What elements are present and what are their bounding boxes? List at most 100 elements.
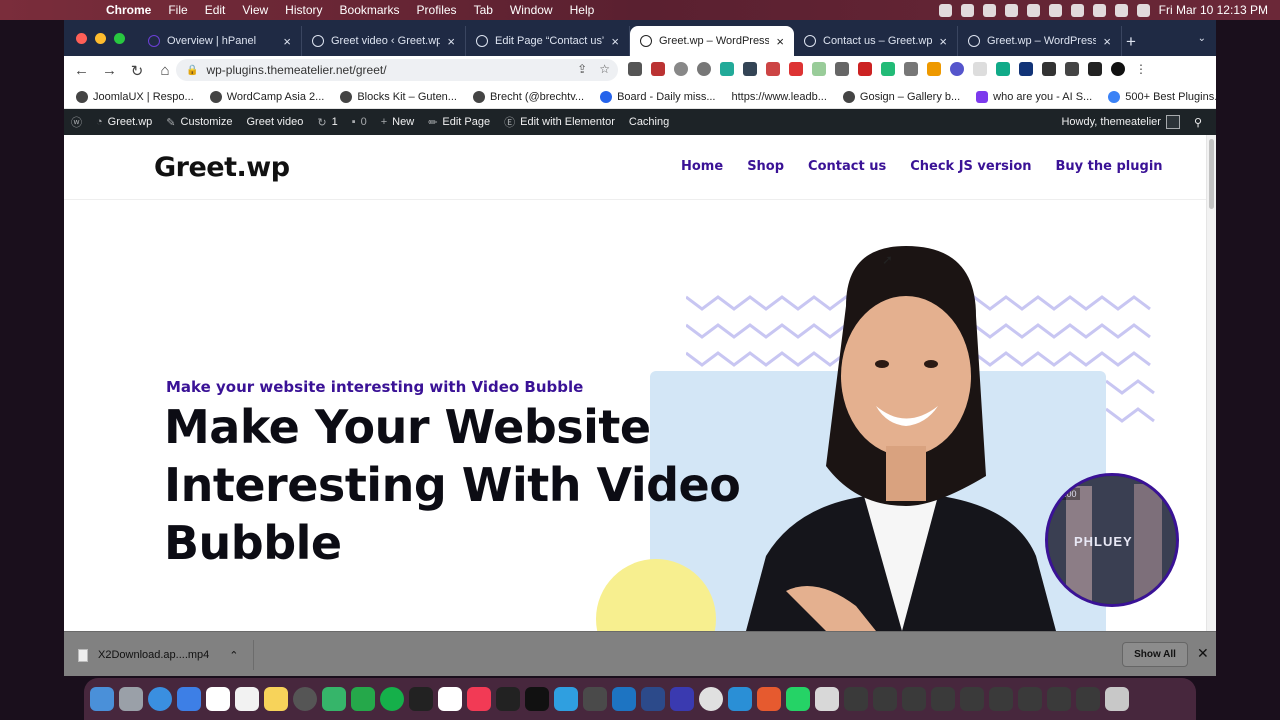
app-icon[interactable] (757, 687, 781, 711)
app-icon[interactable] (583, 687, 607, 711)
control-center-icon[interactable] (1136, 3, 1150, 17)
nav-check-js-version[interactable]: Check JS version (910, 159, 1031, 174)
app-icon[interactable] (409, 687, 433, 711)
menu-bookmarks[interactable]: Bookmarks (340, 3, 400, 17)
minimized-window[interactable] (960, 687, 984, 711)
skype-icon[interactable] (1004, 3, 1018, 17)
back-icon[interactable]: ← (74, 62, 89, 79)
app-icon[interactable] (670, 687, 694, 711)
terminal-icon[interactable] (496, 687, 520, 711)
settings-icon[interactable] (293, 687, 317, 711)
notes-icon[interactable] (264, 687, 288, 711)
lock-icon[interactable]: 🔒 (186, 65, 198, 76)
vscode-icon[interactable] (612, 687, 636, 711)
record-icon[interactable] (1026, 3, 1040, 17)
minimize-window-button[interactable] (95, 33, 106, 44)
nav-contact-us[interactable]: Contact us (808, 159, 886, 174)
site-logo[interactable]: Greet.wp (154, 152, 290, 183)
video-bubble[interactable]: 1:00 PHLUEY (1045, 473, 1179, 607)
bookmark-star-icon[interactable]: ☆ (599, 62, 610, 76)
clock[interactable]: Fri Mar 10 12:13 PM (1159, 3, 1268, 17)
skype-icon[interactable] (728, 687, 752, 711)
extension-status-icon[interactable] (982, 3, 996, 17)
minimized-window[interactable] (873, 687, 897, 711)
whatsapp-icon[interactable] (786, 687, 810, 711)
admin-elementor[interactable]: Ⓔ Edit with Elementor (497, 114, 622, 130)
reading-list-icon[interactable] (1065, 62, 1079, 76)
puzzle-icon[interactable] (1042, 62, 1056, 76)
calendar-extension-icon[interactable] (651, 62, 665, 76)
wp-logo-menu[interactable]: ⓦ (64, 114, 89, 130)
check-icon[interactable] (960, 3, 974, 17)
dropbox-icon[interactable] (938, 3, 952, 17)
face-extension-icon[interactable] (812, 62, 826, 76)
app-icon[interactable] (554, 687, 578, 711)
app-icon[interactable] (815, 687, 839, 711)
search-icon[interactable] (1114, 3, 1128, 17)
trash-icon[interactable] (1105, 687, 1129, 711)
close-icon[interactable]: × (939, 34, 947, 49)
youtube-extension-icon[interactable] (858, 62, 872, 76)
close-window-button[interactable] (76, 33, 87, 44)
copy-extension-icon[interactable] (720, 62, 734, 76)
admin-page-link[interactable]: Greet video (239, 116, 310, 128)
sidebar-icon[interactable] (1088, 62, 1102, 76)
address-bar[interactable]: 🔒 wp-plugins.themeatelier.net/greet/ ⇪ ☆ (176, 59, 618, 81)
globe-extension-icon[interactable] (697, 62, 711, 76)
robot-extension-icon[interactable] (904, 62, 918, 76)
mail-icon[interactable] (177, 687, 201, 711)
admin-edit-page[interactable]: ✏ Edit Page (421, 116, 497, 129)
new-tab-button[interactable]: + (1126, 32, 1136, 52)
download-item[interactable]: X2Download.ap....mp4 ⌃ (78, 640, 254, 670)
tab-edit-page[interactable]: Edit Page “Contact us” ‹ × (466, 26, 630, 56)
numbers-icon[interactable] (351, 687, 375, 711)
bookmark-blocks-kit[interactable]: Blocks Kit – Guten... (340, 90, 457, 103)
terminal-icon[interactable] (525, 687, 549, 711)
zoom-window-button[interactable] (114, 33, 125, 44)
admin-account[interactable]: Howdy, themeatelier (1054, 115, 1186, 129)
launchpad-icon[interactable] (119, 687, 143, 711)
circle-extension-icon[interactable] (674, 62, 688, 76)
mail-extension-icon[interactable] (628, 62, 642, 76)
menu-window[interactable]: Window (510, 3, 553, 17)
minimized-window[interactable] (902, 687, 926, 711)
app-icon[interactable] (322, 687, 346, 711)
bookmark-leadb[interactable]: https://www.leadb... (732, 91, 827, 103)
tab-hpanel[interactable]: Overview | hPanel × (138, 26, 302, 56)
nav-shop[interactable]: Shop (747, 159, 784, 174)
wifi-icon[interactable] (1092, 3, 1106, 17)
bluetooth-icon[interactable] (1048, 3, 1062, 17)
close-icon[interactable]: × (447, 34, 455, 49)
tab-greet-wordpress-active[interactable]: Greet.wp – WordPress v × (630, 26, 794, 56)
minimized-window[interactable] (989, 687, 1013, 711)
scrollbar-thumb[interactable] (1209, 139, 1214, 209)
more-menu-icon[interactable]: ⋮ (1134, 62, 1148, 76)
metamask-extension-icon[interactable] (927, 62, 941, 76)
close-icon[interactable]: × (776, 34, 784, 49)
bookmark-wordcamp[interactable]: WordCamp Asia 2... (209, 90, 324, 103)
close-icon[interactable]: ✕ (1197, 645, 1209, 662)
forward-icon[interactable]: → (102, 62, 117, 79)
grammarly-extension-icon[interactable] (996, 62, 1010, 76)
bookmark-joomlaux[interactable]: JoomlaUX | Respo... (76, 90, 194, 103)
admin-search-icon[interactable]: ⚲ (1187, 116, 1216, 129)
blank-extension-icon[interactable] (973, 62, 987, 76)
admin-new[interactable]: + New (374, 116, 421, 128)
menu-profiles[interactable]: Profiles (417, 3, 457, 17)
close-icon[interactable]: × (1103, 34, 1111, 49)
reminders-icon[interactable] (235, 687, 259, 711)
close-icon[interactable]: × (611, 34, 619, 49)
home-icon[interactable]: ⌂ (158, 62, 172, 79)
menu-tab[interactable]: Tab (474, 3, 493, 17)
minimized-window[interactable] (1047, 687, 1071, 711)
bookmark-500-plugins[interactable]: 500+ Best Plugins... (1108, 90, 1216, 103)
menu-chrome[interactable]: Chrome (106, 3, 151, 17)
gear-extension-icon[interactable] (950, 62, 964, 76)
lightning-extension-icon[interactable] (1019, 62, 1033, 76)
menu-help[interactable]: Help (570, 3, 595, 17)
qr-extension-icon[interactable] (835, 62, 849, 76)
leaf-extension-icon[interactable] (881, 62, 895, 76)
share-icon[interactable]: ⇪ (577, 62, 587, 76)
admin-updates[interactable]: ↻ 1 (310, 116, 344, 129)
calendar-icon[interactable] (206, 687, 230, 711)
